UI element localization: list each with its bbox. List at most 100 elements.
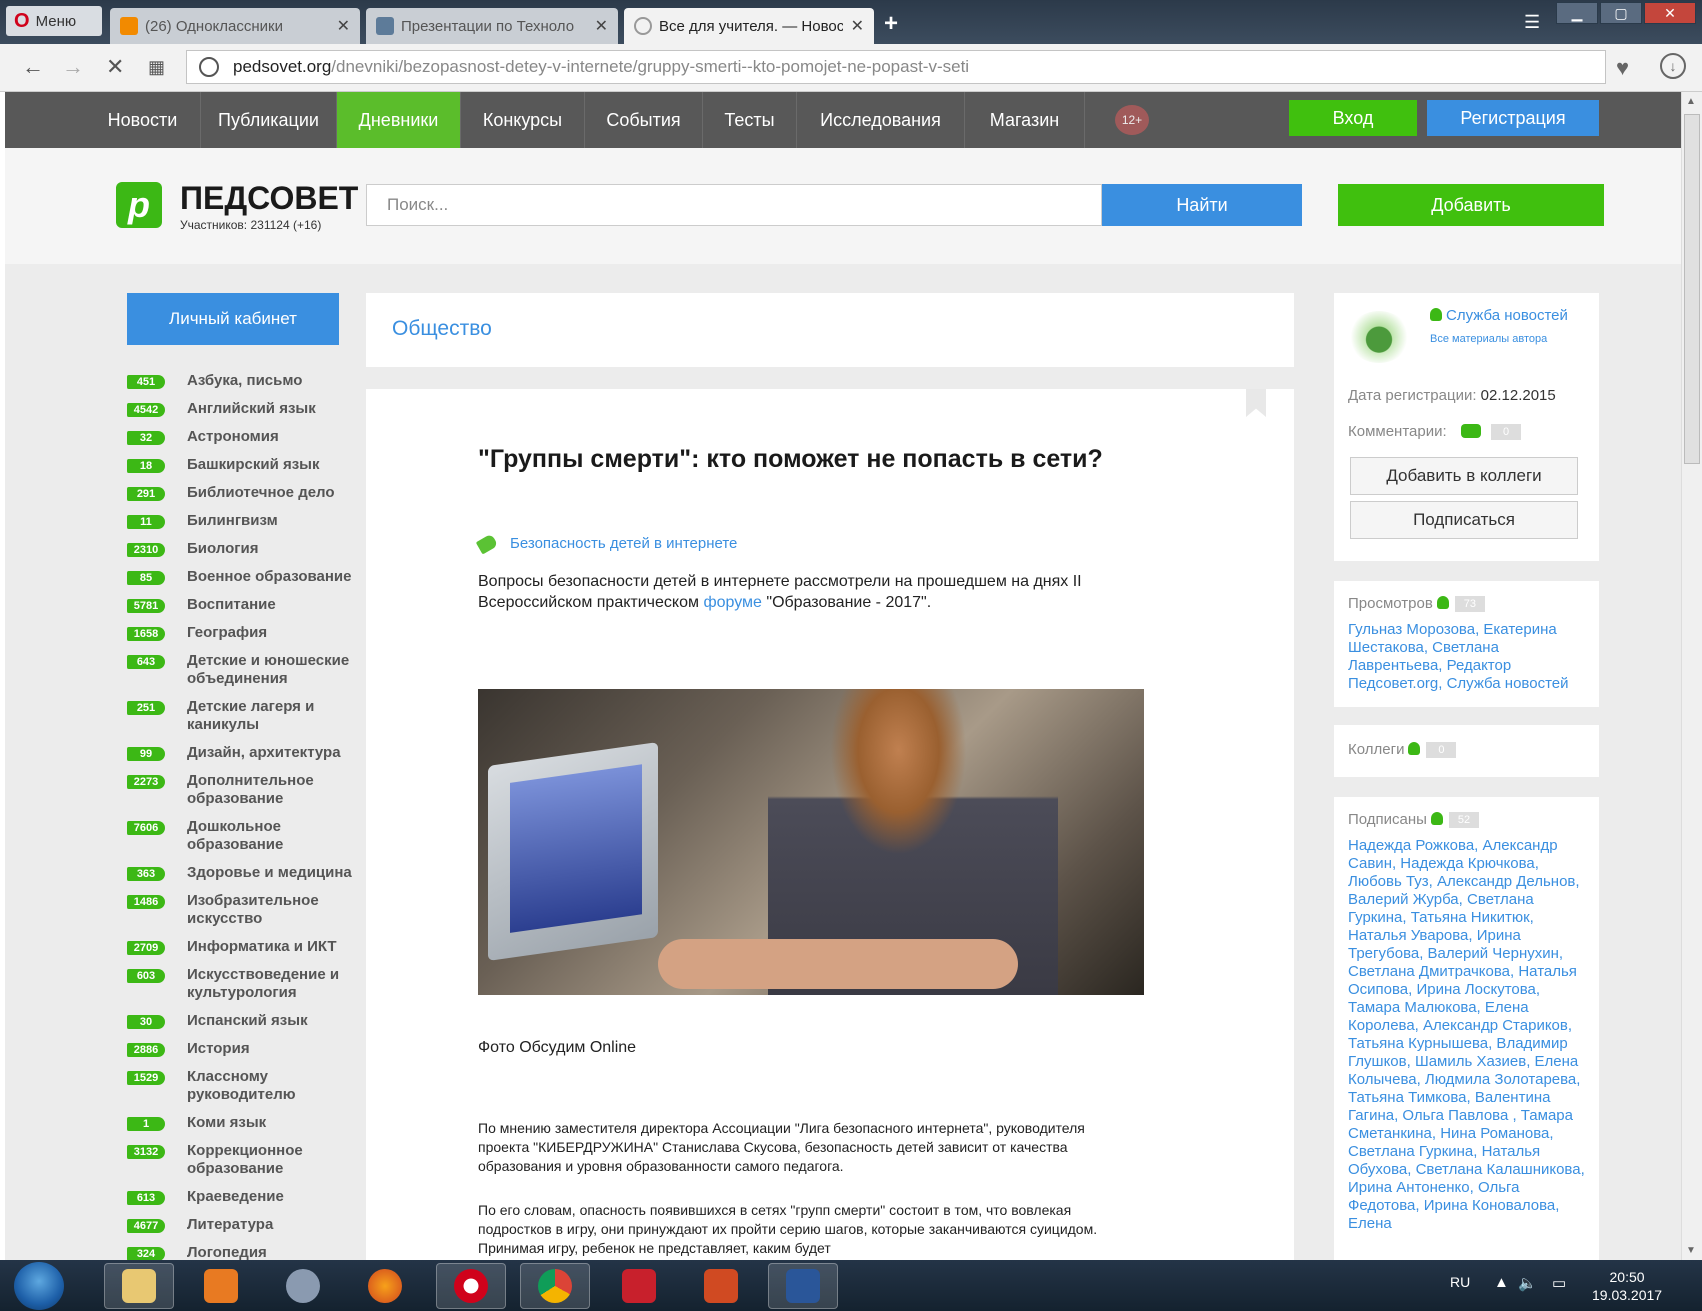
opera-menu-button[interactable]: O Меню bbox=[6, 6, 102, 36]
sidebar-category[interactable]: 5781 Воспитание bbox=[127, 596, 367, 614]
category-name: Военное образование bbox=[187, 568, 352, 585]
bookmark-heart-icon[interactable]: ♥ bbox=[1616, 55, 1629, 81]
site-info-icon[interactable] bbox=[199, 57, 219, 77]
scroll-down-icon[interactable]: ▼ bbox=[1686, 1245, 1696, 1256]
tab-presentations[interactable]: Презентации по Техноло ✕ bbox=[366, 8, 618, 44]
sidebar-category[interactable]: 18 Башкирский язык bbox=[127, 456, 367, 474]
taskbar-powerpoint-icon[interactable] bbox=[686, 1263, 756, 1309]
sidebar-category[interactable]: 99 Дизайн, архитектура bbox=[127, 744, 367, 762]
add-button[interactable]: Добавить bbox=[1338, 184, 1604, 226]
nav-contests[interactable]: Конкурсы bbox=[461, 92, 585, 148]
sidebar-category[interactable]: 2886 История bbox=[127, 1040, 367, 1058]
tab-pedsovet[interactable]: Все для учителя. — Новос ✕ bbox=[624, 8, 874, 44]
pedsovet-logo-icon[interactable]: p bbox=[116, 182, 162, 228]
author-name-link[interactable]: Служба новостей bbox=[1430, 307, 1568, 324]
category-count-badge: 613 bbox=[127, 1191, 165, 1205]
sidebar-category[interactable]: 4677 Литература bbox=[127, 1216, 367, 1234]
category-title[interactable]: Общество bbox=[392, 317, 492, 341]
start-button[interactable] bbox=[14, 1262, 64, 1310]
views-header: Просмотров 73 bbox=[1348, 595, 1485, 612]
volume-icon[interactable]: 🔈 bbox=[1518, 1274, 1537, 1292]
subscribers-list[interactable]: Надежда Рожкова, Александр Савин, Надежд… bbox=[1348, 837, 1588, 1233]
system-clock[interactable]: 20:50 19.03.2017 bbox=[1592, 1268, 1662, 1304]
sidebar-category[interactable]: 4542 Английский язык bbox=[127, 400, 367, 418]
nav-shop[interactable]: Магазин bbox=[965, 92, 1085, 148]
taskbar-app-icon[interactable] bbox=[604, 1263, 674, 1309]
nav-news[interactable]: Новости bbox=[85, 92, 201, 148]
sidebar-category[interactable]: 2310 Биология bbox=[127, 540, 367, 558]
search-button[interactable]: Найти bbox=[1102, 184, 1302, 226]
logo-text[interactable]: ПЕДСОВЕТ bbox=[180, 180, 358, 217]
close-tab-icon[interactable]: ✕ bbox=[337, 16, 350, 36]
stop-loading-icon[interactable]: ✕ bbox=[106, 54, 124, 80]
sidebar-category[interactable]: 1 Коми язык bbox=[127, 1114, 367, 1132]
nav-research[interactable]: Исследования bbox=[797, 92, 965, 148]
speed-dial-icon[interactable]: ▦ bbox=[148, 57, 165, 78]
taskbar-opera-icon[interactable] bbox=[436, 1263, 506, 1309]
sidebar-category[interactable]: 32 Астрономия bbox=[127, 428, 367, 446]
scrollbar-thumb[interactable] bbox=[1684, 114, 1700, 464]
sidebar-category[interactable]: 2709 Информатика и ИКТ bbox=[127, 938, 367, 956]
sidebar-category[interactable]: 363 Здоровье и медицина bbox=[127, 864, 367, 882]
nav-events[interactable]: События bbox=[585, 92, 703, 148]
tab-menu-icon[interactable]: ☰ bbox=[1524, 12, 1540, 33]
sidebar-category[interactable]: 1658 География bbox=[127, 624, 367, 642]
nav-publications[interactable]: Публикации bbox=[201, 92, 337, 148]
minimize-button[interactable]: ▁ bbox=[1556, 2, 1598, 24]
subscribe-button[interactable]: Подписаться bbox=[1350, 501, 1578, 539]
close-window-button[interactable]: ✕ bbox=[1644, 2, 1696, 24]
forward-icon[interactable]: → bbox=[62, 54, 84, 80]
sidebar-category[interactable]: 1529 Классному руководителю bbox=[127, 1068, 367, 1104]
add-colleague-button[interactable]: Добавить в коллеги bbox=[1350, 457, 1578, 495]
close-tab-icon[interactable]: ✕ bbox=[595, 16, 608, 36]
new-tab-button[interactable]: + bbox=[884, 10, 898, 38]
taskbar-tool-icon[interactable] bbox=[268, 1263, 338, 1309]
author-materials-link[interactable]: Все материалы автора bbox=[1430, 333, 1547, 345]
windows-taskbar: RU ▲ 🔈 ▭ 20:50 19.03.2017 bbox=[0, 1260, 1702, 1311]
tab-odnoklassniki[interactable]: (26) Одноклассники ✕ bbox=[110, 8, 360, 44]
sidebar-category[interactable]: 613 Краеведение bbox=[127, 1188, 367, 1206]
taskbar-word-icon[interactable] bbox=[768, 1263, 838, 1309]
network-icon[interactable]: ▭ bbox=[1552, 1274, 1566, 1292]
sidebar-category[interactable]: 30 Испанский язык bbox=[127, 1012, 367, 1030]
taskbar-firefox-icon[interactable] bbox=[350, 1263, 420, 1309]
lead-text-end: "Образование - 2017". bbox=[761, 594, 932, 611]
taskbar-chrome-icon[interactable] bbox=[520, 1263, 590, 1309]
sidebar-category[interactable]: 1486 Изобразительное искусство bbox=[127, 892, 367, 928]
download-icon[interactable]: ↓ bbox=[1660, 53, 1686, 79]
sidebar-category[interactable]: 2273 Дополнительное образование bbox=[127, 772, 367, 808]
bookmark-icon[interactable] bbox=[1246, 389, 1266, 417]
taskbar-explorer-icon[interactable] bbox=[104, 1263, 174, 1309]
register-button[interactable]: Регистрация bbox=[1427, 100, 1599, 136]
nav-tests[interactable]: Тесты bbox=[703, 92, 797, 148]
scroll-up-icon[interactable]: ▲ bbox=[1686, 96, 1696, 107]
sidebar-category[interactable]: 603 Искусствоведение и культурология bbox=[127, 966, 367, 1002]
category-name: География bbox=[187, 624, 268, 641]
sidebar-category[interactable]: 7606 Дошкольное образование bbox=[127, 818, 367, 854]
page-scrollbar[interactable]: ▲ ▼ bbox=[1681, 92, 1702, 1260]
article-tag[interactable]: Безопасность детей в интернете bbox=[475, 532, 737, 555]
window-controls: ▁ ▢ ✕ bbox=[1556, 2, 1696, 24]
forum-link[interactable]: форуме bbox=[703, 594, 762, 611]
maximize-button[interactable]: ▢ bbox=[1600, 2, 1642, 24]
viewers-list[interactable]: Гульназ Морозова, Екатерина Шестакова, С… bbox=[1348, 621, 1588, 693]
sidebar-category[interactable]: 291 Библиотечное дело bbox=[127, 484, 367, 502]
login-button[interactable]: Вход bbox=[1289, 100, 1417, 136]
sidebar-category[interactable]: 451 Азбука, письмо bbox=[127, 372, 367, 390]
sidebar-category[interactable]: 643 Детские и юношеские объединения bbox=[127, 652, 367, 688]
search-input[interactable]: Поиск... bbox=[366, 184, 1102, 226]
nav-diaries[interactable]: Дневники bbox=[337, 92, 461, 148]
sidebar-category[interactable]: 251 Детские лагеря и каникулы bbox=[127, 698, 367, 734]
close-tab-icon[interactable]: ✕ bbox=[851, 16, 864, 36]
sidebar-category[interactable]: 85 Военное образование bbox=[127, 568, 367, 586]
sidebar-category[interactable]: 3132 Коррекционное образование bbox=[127, 1142, 367, 1178]
back-icon[interactable]: ← bbox=[22, 54, 44, 80]
language-indicator[interactable]: RU bbox=[1450, 1274, 1470, 1290]
author-avatar[interactable] bbox=[1348, 311, 1410, 363]
show-hidden-icons-icon[interactable]: ▲ bbox=[1494, 1274, 1509, 1291]
url-input[interactable]: pedsovet.org /dnevniki/bezopasnost-detey… bbox=[186, 50, 1606, 84]
loading-icon bbox=[634, 17, 652, 35]
taskbar-media-player-icon[interactable] bbox=[186, 1263, 256, 1309]
sidebar-category[interactable]: 11 Билингвизм bbox=[127, 512, 367, 530]
personal-cabinet-button[interactable]: Личный кабинет bbox=[127, 293, 339, 345]
